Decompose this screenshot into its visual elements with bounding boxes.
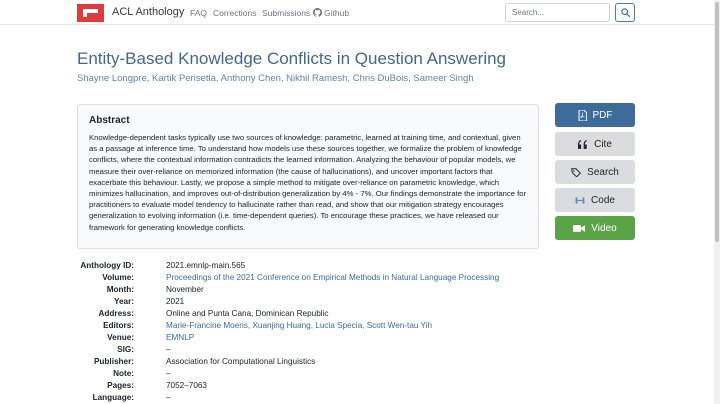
code-button-label: Code (591, 194, 615, 206)
scrollbar-thumb[interactable] (715, 2, 719, 242)
meta-label: Volume: (102, 273, 134, 282)
search-input[interactable] (505, 3, 610, 22)
video-camera-icon (573, 224, 586, 232)
meta-value: Association for Computational Linguistic… (166, 357, 316, 366)
meta-row-month: Month: November (77, 285, 677, 297)
top-navbar: ACL Anthology FAQ Corrections Submission… (0, 0, 720, 25)
meta-row-venue: Venue: EMNLP (77, 333, 677, 345)
video-button-label: Video (591, 222, 617, 234)
file-pdf-icon (578, 109, 587, 121)
meta-label: Publisher: (93, 357, 134, 366)
meta-label: Pages: (107, 381, 134, 390)
brand-name[interactable]: ACL Anthology (112, 6, 184, 18)
meta-label: Venue: (107, 333, 134, 342)
meta-label: Editors: (103, 321, 134, 330)
meta-row-volume: Volume: Proceedings of the 2021 Conferen… (77, 273, 677, 285)
meta-label: SIG: (117, 345, 134, 354)
meta-label: Language: (92, 393, 134, 402)
author-link[interactable]: Anthony Chen (221, 73, 281, 84)
author-link[interactable]: Chris DuBois (353, 73, 408, 84)
acl-logo-icon[interactable] (77, 4, 104, 22)
code-icon (575, 196, 585, 204)
meta-value: – (166, 345, 171, 354)
meta-label: Address: (98, 309, 135, 318)
meta-value: – (166, 393, 171, 402)
pdf-button-label: PDF (592, 109, 613, 121)
search-scholar-button[interactable]: Search (555, 160, 635, 184)
video-button[interactable]: Video (555, 216, 635, 240)
search-button[interactable] (615, 3, 635, 22)
author-link[interactable]: Shayne Longpre (77, 73, 147, 84)
nav-link-faq[interactable]: FAQ (190, 8, 207, 18)
nav-link-submissions[interactable]: Submissions (262, 8, 310, 18)
meta-label: Year: (113, 297, 134, 306)
meta-row-publisher: Publisher: Association for Computational… (77, 357, 677, 369)
meta-label: Month: (106, 285, 134, 294)
author-list: Shayne Longpre, Kartik Perisetla, Anthon… (77, 73, 474, 84)
meta-value-link[interactable]: Marie-Francine Moens, Xuanjing Huang, Lu… (166, 321, 432, 330)
paper-title: Entity-Based Knowledge Conflicts in Ques… (77, 49, 507, 68)
meta-row-anthology-id: Anthology ID: 2021.emnlp-main.565 (77, 261, 677, 273)
meta-row-pages: Pages: 7052–7063 (77, 381, 677, 393)
search-tag-icon (571, 167, 582, 177)
search-button-label: Search (587, 166, 619, 178)
meta-row-editors: Editors: Marie-Francine Moens, Xuanjing … (77, 321, 677, 333)
pdf-button[interactable]: PDF (555, 103, 635, 127)
search-icon (620, 8, 630, 17)
author-link[interactable]: Kartik Perisetla (152, 73, 216, 84)
meta-value: 2021.emnlp-main.565 (166, 261, 246, 270)
meta-value-link[interactable]: Proceedings of the 2021 Conference on Em… (166, 273, 499, 282)
abstract-text: Knowledge-dependent tasks typically use … (89, 133, 527, 232)
abstract-heading: Abstract (89, 115, 130, 126)
meta-value: November (166, 285, 204, 294)
meta-row-note: Note: – (77, 369, 677, 381)
cite-button-label: Cite (594, 138, 612, 150)
abstract-card: Abstract Knowledge-dependent tasks typic… (77, 104, 539, 249)
github-icon (313, 8, 322, 17)
meta-row-year: Year: 2021 (77, 297, 677, 309)
cite-button[interactable]: Cite (555, 132, 635, 156)
meta-label: Anthology ID: (80, 261, 134, 270)
nav-link-github-label: Github (324, 8, 350, 18)
author-link[interactable]: Nikhil Ramesh (286, 73, 347, 84)
nav-link-corrections[interactable]: Corrections (213, 8, 256, 18)
meta-value: 7052–7063 (166, 381, 207, 390)
meta-row-address: Address: Online and Punta Cana, Dominica… (77, 309, 677, 321)
page-scrollbar[interactable] (714, 0, 720, 404)
meta-value: 2021 (166, 297, 185, 306)
meta-row-language: Language: – (77, 393, 677, 404)
nav-link-github[interactable]: Github (313, 8, 349, 18)
code-button[interactable]: Code (555, 188, 635, 212)
quote-icon (578, 139, 587, 149)
meta-value: – (166, 369, 171, 378)
meta-value: Online and Punta Cana, Dominican Republi… (166, 309, 329, 318)
meta-value-link[interactable]: EMNLP (166, 333, 194, 342)
meta-label: Note: (113, 369, 134, 378)
author-link[interactable]: Sameer Singh (413, 73, 473, 84)
meta-row-sig: SIG: – (77, 345, 677, 357)
